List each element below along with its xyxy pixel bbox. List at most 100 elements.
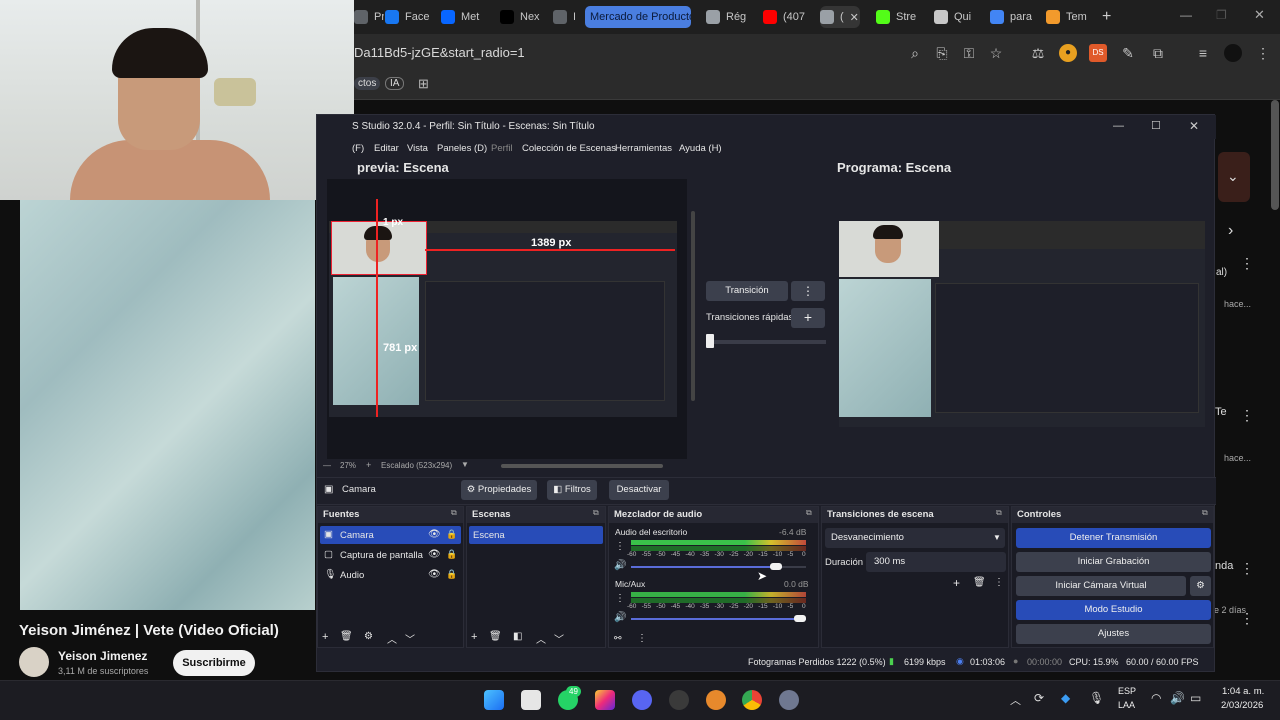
studio-mode-button[interactable]: Modo Estudio xyxy=(1016,600,1211,620)
trash-icon[interactable]: 🗑 xyxy=(489,631,502,642)
menu-view[interactable]: Vista xyxy=(407,143,428,154)
panel-expand[interactable]: ⌄ xyxy=(1218,152,1250,202)
gear-icon[interactable]: ⚙ xyxy=(364,631,373,642)
add-source-icon[interactable]: + xyxy=(322,631,328,643)
discord-icon[interactable] xyxy=(632,690,652,710)
browser-tab[interactable]: Tem xyxy=(1046,6,1092,28)
more-icon[interactable]: ⋮ xyxy=(994,577,1004,588)
star-icon[interactable]: ☆ xyxy=(987,44,1005,62)
browser-tab[interactable]: Stre xyxy=(876,6,928,28)
pen-icon[interactable]: ✎ xyxy=(1119,44,1137,62)
microphone-icon[interactable]: 🎙 xyxy=(1089,691,1104,705)
volume-icon[interactable]: 🔊 xyxy=(1170,691,1185,705)
trash-icon[interactable]: 🗑 xyxy=(340,631,353,642)
transition-menu-icon[interactable]: ⋮ xyxy=(791,281,825,301)
menu-profile[interactable]: Perfil xyxy=(491,143,513,154)
eye-icon[interactable]: 👁 xyxy=(428,549,441,560)
close-tab-icon[interactable]: ✕ xyxy=(850,11,859,24)
menu-file[interactable]: (F) xyxy=(352,143,364,154)
transition-select[interactable]: Desvanecimiento ▼ xyxy=(825,528,1005,548)
volume-slider[interactable] xyxy=(769,563,782,570)
minimize-icon[interactable]: — xyxy=(1180,8,1192,22)
lock-icon[interactable]: 🔒 xyxy=(446,549,457,560)
language-code[interactable]: ESP xyxy=(1118,686,1136,696)
menu-icon[interactable]: ⋮ xyxy=(1254,44,1272,62)
sync-icon[interactable]: ⟳ xyxy=(1034,691,1044,705)
scene-item[interactable]: Escena xyxy=(469,526,603,544)
channel-name[interactable]: Yeison Jimenez xyxy=(58,649,147,663)
lock-icon[interactable]: 🔒 xyxy=(446,569,457,580)
eye-icon[interactable]: 👁 xyxy=(428,569,441,580)
transition-slider-handle[interactable] xyxy=(706,334,714,348)
video-player[interactable] xyxy=(20,200,315,610)
browser-tab[interactable]: Rég xyxy=(706,6,754,28)
link-icon[interactable]: ⚯ xyxy=(614,633,622,644)
browser-tab[interactable]: Mercado de Productos xyxy=(585,6,691,28)
browser-tab[interactable]: Proj xyxy=(354,6,384,28)
menu-scene-collection[interactable]: Colección de Escenas xyxy=(522,143,616,154)
move-down-icon[interactable]: ﹀ xyxy=(554,631,564,646)
translate-icon[interactable]: ⚖ xyxy=(1029,44,1047,62)
bookmark-item[interactable]: IA xyxy=(385,77,405,90)
wifi-icon[interactable]: ◠ xyxy=(1151,691,1161,705)
minimize-icon[interactable]: — xyxy=(1113,120,1124,132)
chevron-up-icon[interactable]: ︿ xyxy=(1010,692,1021,708)
windows-start-icon[interactable] xyxy=(484,690,504,710)
transition-button[interactable]: Transición xyxy=(706,281,788,301)
chevron-right-icon[interactable]: › xyxy=(1228,222,1233,240)
search-icon[interactable]: ⌕ xyxy=(906,44,924,62)
language-layout[interactable]: LAA xyxy=(1118,700,1135,710)
channel-avatar[interactable] xyxy=(19,647,49,677)
page-scrollbar[interactable] xyxy=(1271,100,1279,210)
more-icon[interactable]: ⋮ xyxy=(1240,560,1254,577)
preview-scrollbar[interactable] xyxy=(691,211,695,401)
more-icon[interactable]: ⋮ xyxy=(615,541,625,552)
filters-button[interactable]: ◧ Filtros xyxy=(547,480,597,500)
start-virtual-cam-button[interactable]: Iniciar Cámara Virtual xyxy=(1016,576,1186,596)
move-up-icon[interactable]: ︿ xyxy=(536,631,546,646)
menu-docks[interactable]: Paneles (D) xyxy=(437,143,487,154)
zoom-in-icon[interactable]: + xyxy=(366,460,371,470)
transition-slider[interactable] xyxy=(706,340,826,344)
puzzle-icon[interactable]: ⧉ xyxy=(1149,44,1167,62)
popout-icon[interactable]: ⧉ xyxy=(996,508,1002,518)
close-icon[interactable]: ✕ xyxy=(1254,7,1265,23)
menu-tools[interactable]: Herramientas xyxy=(615,143,672,154)
stop-stream-button[interactable]: Detener Transmisión xyxy=(1016,528,1211,548)
clock-time[interactable]: 1:04 a. m. xyxy=(1222,686,1264,697)
extension-ds-icon[interactable]: DS xyxy=(1089,44,1107,62)
shield-icon[interactable]: ◆ xyxy=(1061,691,1070,705)
close-icon[interactable]: ✕ xyxy=(1189,119,1199,133)
speaker-icon[interactable]: 🔊 xyxy=(614,612,626,623)
start-recording-button[interactable]: Iniciar Grabación xyxy=(1016,552,1211,572)
clock-date[interactable]: 2/03/2026 xyxy=(1221,700,1263,711)
maximize-icon[interactable]: ❐ xyxy=(1216,8,1227,22)
browser-tab[interactable]: Face xyxy=(385,6,435,28)
add-icon[interactable]: + xyxy=(953,576,960,590)
apps-grid-icon[interactable]: ⊞ xyxy=(418,76,429,92)
preview-canvas[interactable]: 1 px 1389 px 781 px xyxy=(327,179,687,459)
popout-icon[interactable]: ⧉ xyxy=(806,508,812,518)
more-icon[interactable]: ⋮ xyxy=(615,593,625,604)
browser-tab[interactable]: Qui xyxy=(934,6,982,28)
browser-tab[interactable]: (407 xyxy=(763,6,811,28)
subscribe-button[interactable]: Suscribirme xyxy=(173,650,255,676)
store-icon[interactable] xyxy=(521,690,541,710)
new-tab-button[interactable]: + xyxy=(1102,8,1111,26)
trash-icon[interactable]: 🗑 xyxy=(973,577,986,588)
add-quick-transition-button[interactable]: + xyxy=(791,308,825,328)
key-icon[interactable]: ⚿ xyxy=(960,44,978,62)
source-item[interactable]: ▣ Camara 👁 🔒 xyxy=(324,529,459,543)
move-up-icon[interactable]: ︿ xyxy=(387,631,397,646)
properties-button[interactable]: ⚙ Propiedades xyxy=(461,480,537,500)
extension-icon[interactable]: ● xyxy=(1059,44,1077,62)
browser-tab[interactable]: para xyxy=(990,6,1038,28)
move-down-icon[interactable]: ﹀ xyxy=(405,631,415,646)
lock-icon[interactable]: 🔒 xyxy=(446,529,457,540)
media-icon[interactable]: ≡ xyxy=(1194,44,1212,62)
source-item[interactable]: 🎙 Audio 👁 🔒 xyxy=(324,569,459,583)
filter-icon[interactable]: ◧ xyxy=(513,631,522,642)
popout-icon[interactable]: ⧉ xyxy=(1202,508,1208,518)
zoom-out-icon[interactable]: — xyxy=(323,461,331,470)
obs-icon[interactable] xyxy=(669,690,689,710)
